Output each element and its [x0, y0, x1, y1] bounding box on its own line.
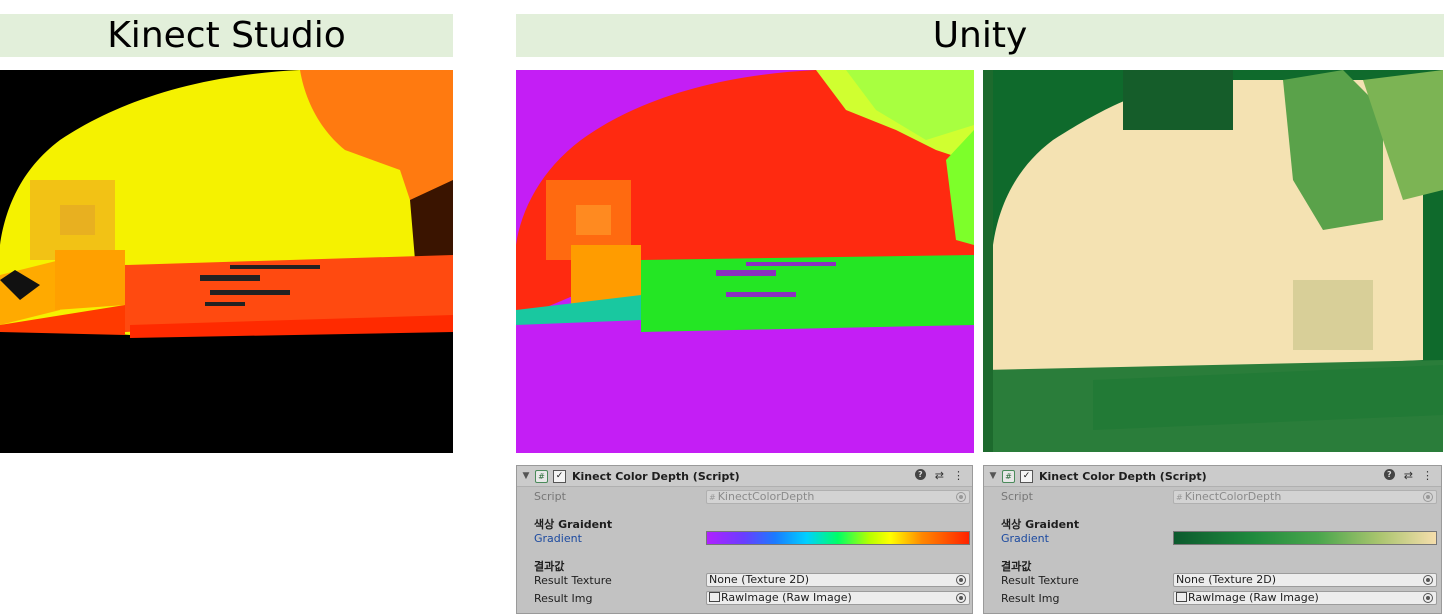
result-texture-value: None (Texture 2D) [1176, 573, 1277, 586]
script-hash-icon: # [535, 469, 548, 483]
triangle-down-icon[interactable]: ▼ [519, 471, 533, 481]
result-img-label: Result Img [1001, 592, 1060, 605]
result-section-header: 결과값 [534, 560, 565, 573]
result-texture-field[interactable]: None (Texture 2D) [1173, 573, 1437, 587]
gradient-field[interactable] [1173, 531, 1437, 545]
script-field: # KinectColorDepth [1173, 490, 1437, 504]
gradient-field[interactable] [706, 531, 970, 545]
result-texture-field[interactable]: None (Texture 2D) [706, 573, 970, 587]
result-img-field[interactable]: RawImage (Raw Image) [1173, 591, 1437, 605]
kebab-menu-icon[interactable]: ⋮ [953, 469, 964, 482]
checkbox-checked-icon[interactable]: ✓ [553, 469, 566, 483]
component-header[interactable]: ▼ # ✓ Kinect Color Depth (Script) ? ⇄ ⋮ [517, 466, 972, 487]
object-picker-icon[interactable] [1423, 593, 1433, 603]
raw-image-icon [709, 592, 720, 602]
kinect-studio-banner: Kinect Studio [0, 14, 453, 57]
inspector-component-panel-right: ▼ # ✓ Kinect Color Depth (Script) ? ⇄ ⋮ … [983, 465, 1442, 614]
result-texture-value: None (Texture 2D) [709, 573, 810, 586]
result-texture-label: Result Texture [1001, 574, 1079, 587]
result-section-header: 결과값 [1001, 560, 1032, 573]
component-title: Kinect Color Depth (Script) [1039, 469, 1207, 483]
checkbox-checked-icon[interactable]: ✓ [1020, 469, 1033, 483]
kinect-depth-image [0, 70, 453, 453]
object-picker-icon [956, 492, 966, 502]
unity-title: Unity [932, 15, 1028, 56]
presets-icon[interactable]: ⇄ [1404, 469, 1413, 482]
result-img-label: Result Img [534, 592, 593, 605]
script-label: Script [534, 490, 566, 503]
help-icon[interactable]: ? [914, 469, 926, 480]
script-hash-icon: # [1176, 493, 1183, 502]
object-picker-icon[interactable] [1423, 575, 1433, 585]
result-img-value: RawImage (Raw Image) [1188, 591, 1319, 604]
result-img-field[interactable]: RawImage (Raw Image) [706, 591, 970, 605]
object-picker-icon [1423, 492, 1433, 502]
inspector-component-panel-left: ▼ # ✓ Kinect Color Depth (Script) ? ⇄ ⋮ … [516, 465, 973, 614]
script-label: Script [1001, 490, 1033, 503]
result-img-value: RawImage (Raw Image) [721, 591, 852, 604]
gradient-label: Gradient [1001, 532, 1049, 545]
unity-rainbow-depth-image [516, 70, 974, 453]
component-title: Kinect Color Depth (Script) [572, 469, 740, 483]
triangle-down-icon[interactable]: ▼ [986, 471, 1000, 481]
unity-banner: Unity [516, 14, 1444, 57]
unity-green-depth-image [983, 70, 1443, 452]
kebab-menu-icon[interactable]: ⋮ [1422, 469, 1433, 482]
presets-icon[interactable]: ⇄ [935, 469, 944, 482]
gradient-section-header: 색상 Graident [1001, 518, 1080, 531]
help-icon[interactable]: ? [1383, 469, 1395, 480]
kinect-studio-title: Kinect Studio [107, 15, 346, 56]
script-value: KinectColorDepth [1184, 490, 1282, 503]
component-header[interactable]: ▼ # ✓ Kinect Color Depth (Script) ? ⇄ ⋮ [984, 466, 1441, 487]
raw-image-icon [1176, 592, 1187, 602]
result-texture-label: Result Texture [534, 574, 612, 587]
object-picker-icon[interactable] [956, 575, 966, 585]
script-hash-icon: # [709, 493, 716, 502]
gradient-label: Gradient [534, 532, 582, 545]
script-value: KinectColorDepth [717, 490, 815, 503]
gradient-section-header: 색상 Graident [534, 518, 613, 531]
script-hash-icon: # [1002, 469, 1015, 483]
script-field: # KinectColorDepth [706, 490, 970, 504]
object-picker-icon[interactable] [956, 593, 966, 603]
